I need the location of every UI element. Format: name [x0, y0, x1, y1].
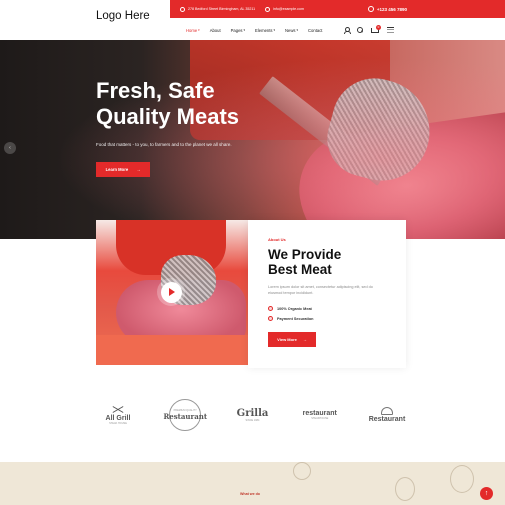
- decor-sketch-icon: [450, 465, 474, 493]
- brand-seal: PREMIUM QUALITY Restaurant: [163, 399, 207, 431]
- crossed-tools-icon: [109, 405, 127, 415]
- site-logo[interactable]: Logo Here: [96, 10, 150, 22]
- about-eyebrow: About Us: [268, 237, 286, 242]
- nav-label: About: [209, 27, 221, 33]
- nav-item-pages[interactable]: Pages ▾: [231, 28, 245, 33]
- brand-logo[interactable]: PREMIUM QUALITY Restaurant: [163, 399, 207, 431]
- email-text[interactable]: info@example.com: [273, 7, 304, 11]
- nav-label: Contact: [308, 27, 323, 33]
- nav-item-about[interactable]: About: [210, 28, 221, 33]
- hero-banner: [0, 40, 505, 239]
- brand-logo[interactable]: Grilla SINCE 1984: [231, 399, 275, 431]
- hero-title-line2: Quality Meats: [96, 104, 240, 129]
- scroll-to-top-button[interactable]: ↑: [480, 487, 493, 500]
- address-text: 278 Bedford Street Birmingham, AL 35211: [188, 7, 256, 11]
- cart-icon[interactable]: 0: [371, 25, 381, 33]
- about-board-shape: [96, 335, 248, 365]
- brand-name: restaurant: [302, 410, 337, 417]
- nav-item-elements[interactable]: Elements ▾: [255, 28, 275, 33]
- brand-logos: All Grill STEAK HOUSE PREMIUM QUALITY Re…: [96, 395, 409, 435]
- location-icon: [180, 6, 185, 12]
- arrow-right-icon: →: [302, 337, 307, 342]
- brand-tag: STEAK HOUSE: [109, 422, 127, 425]
- feature-item: Payment Securation: [268, 316, 314, 321]
- nav-label: Elements: [255, 27, 273, 33]
- slider-prev-arrow[interactable]: ‹: [4, 142, 16, 154]
- brand-name: All Grill: [105, 415, 131, 422]
- brand-name: Restaurant: [368, 416, 406, 423]
- decor-sketch-icon: [293, 462, 311, 480]
- button-label: View More: [277, 337, 297, 342]
- learn-more-button[interactable]: Learn More →: [96, 162, 150, 177]
- nav-label: Home: [186, 27, 198, 33]
- button-label: Learn More: [105, 167, 129, 172]
- check-icon: [268, 306, 273, 311]
- nav-item-news[interactable]: News ▾: [285, 28, 298, 33]
- hero-shade: [0, 40, 505, 239]
- search-icon[interactable]: [357, 27, 363, 33]
- chevron-down-icon: ▾: [296, 28, 299, 32]
- nav-label: News: [285, 27, 296, 33]
- about-text: Lorem ipsum dolor sit amet, consectetur …: [268, 285, 373, 295]
- chevron-down-icon: ▾: [243, 28, 246, 32]
- brand-name: Restaurant: [163, 412, 208, 421]
- brand-name: Grilla: [236, 408, 269, 419]
- nav-icons: 0: [343, 24, 394, 36]
- hero-subtitle: Food that matters - to you, to farmers a…: [96, 142, 232, 147]
- view-more-button[interactable]: View More →: [268, 332, 316, 347]
- about-title-line2: Best Meat: [268, 262, 332, 277]
- email-info[interactable]: info@example.com: [265, 6, 304, 12]
- decor-sketch-icon: [395, 477, 415, 501]
- about-title: We Provide Best Meat: [268, 247, 341, 277]
- mail-icon: [265, 6, 271, 12]
- feature-label: 100% Organic Meat: [277, 306, 312, 311]
- feature-label: Payment Securation: [277, 316, 314, 321]
- feature-item: 100% Organic Meat: [268, 306, 312, 311]
- chevron-down-icon: ▾: [198, 28, 200, 32]
- chevron-down-icon: ▾: [273, 28, 276, 32]
- nav-item-contact[interactable]: Contact: [308, 28, 322, 33]
- user-icon[interactable]: [343, 27, 351, 34]
- brand-tag: STEAKHOUSE: [311, 417, 329, 420]
- section-eyebrow: What we do: [240, 492, 260, 496]
- nav-item-home[interactable]: Home ▾: [186, 28, 200, 33]
- video-play-button[interactable]: [157, 278, 185, 306]
- chef-hat-icon: [381, 407, 393, 415]
- brand-logo[interactable]: restaurant STEAKHOUSE: [298, 399, 342, 431]
- address-info: 278 Bedford Street Birmingham, AL 35211: [180, 6, 256, 12]
- phone-icon: [367, 6, 374, 12]
- arrow-right-icon: →: [136, 167, 141, 172]
- cart-count-badge: 0: [376, 25, 381, 30]
- menu-icon[interactable]: [387, 27, 394, 33]
- about-card: About Us We Provide Best Meat Lorem ipsu…: [248, 220, 406, 368]
- hero-title-line1: Fresh, Safe: [96, 78, 215, 103]
- brand-logo[interactable]: All Grill STEAK HOUSE: [96, 399, 140, 431]
- nav-label: Pages: [230, 27, 243, 33]
- about-title-line1: We Provide: [268, 247, 342, 262]
- hero-title: Fresh, Safe Quality Meats: [96, 78, 239, 130]
- phone-text[interactable]: +123 456 7890: [377, 7, 407, 12]
- top-info-bar: 278 Bedford Street Birmingham, AL 35211 …: [170, 0, 505, 18]
- what-we-do-section: What we do: [0, 462, 505, 505]
- main-nav: Home ▾ About Pages ▾ Elements ▾ News ▾ Conta…: [186, 24, 322, 36]
- play-circle: [160, 281, 182, 303]
- phone-info[interactable]: +123 456 7890: [367, 0, 407, 18]
- check-icon: [268, 316, 273, 321]
- brand-tag: SINCE 1984: [245, 419, 260, 422]
- play-icon: [169, 288, 175, 296]
- brand-logo[interactable]: Restaurant: [365, 399, 409, 431]
